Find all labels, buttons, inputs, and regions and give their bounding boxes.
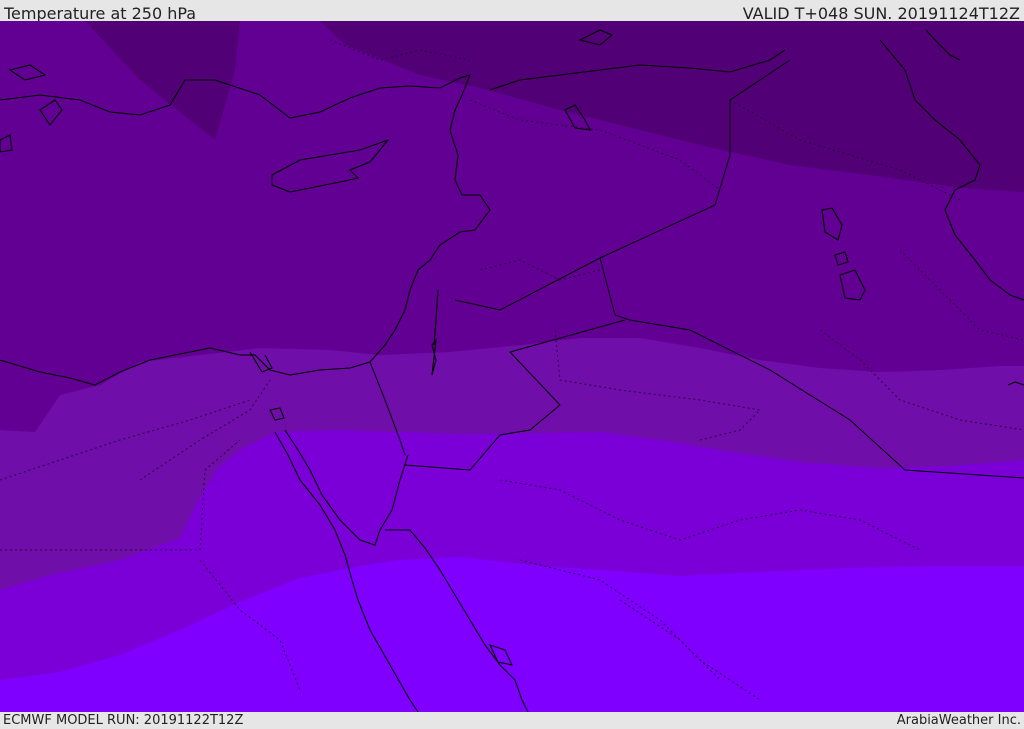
footer-bar: ECMWF MODEL RUN: 20191122T12Z ArabiaWeat… <box>0 712 1024 729</box>
header-bar: Temperature at 250 hPa VALID T+048 SUN. … <box>0 0 1024 23</box>
temperature-map <box>0 21 1024 712</box>
model-run-label: ECMWF MODEL RUN: 20191122T12Z <box>3 713 244 728</box>
credit-label: ArabiaWeather Inc. <box>896 713 1021 728</box>
